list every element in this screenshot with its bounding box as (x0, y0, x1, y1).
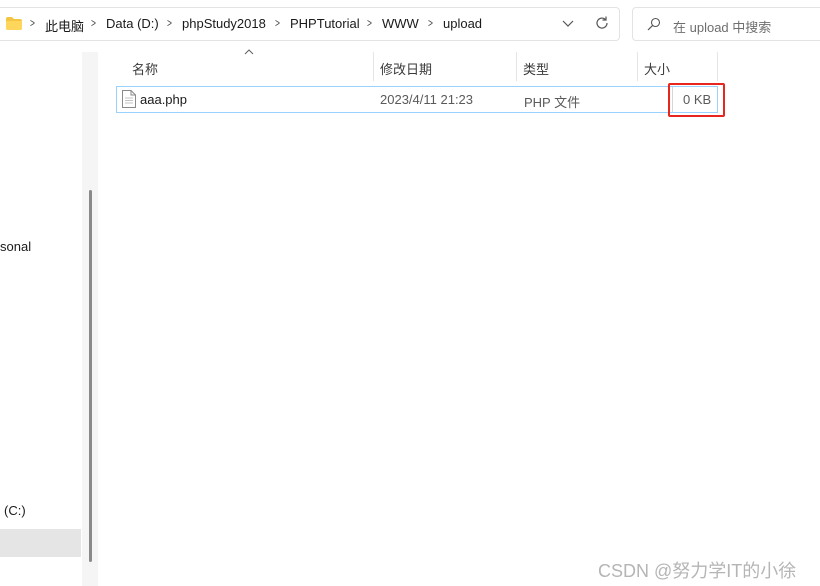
breadcrumb-item[interactable]: WWW (382, 16, 419, 31)
chevron-right-icon: > (428, 16, 433, 30)
chevron-down-icon[interactable] (561, 16, 575, 30)
chevron-right-icon: > (30, 16, 35, 30)
chevron-right-icon: > (91, 16, 96, 30)
file-name[interactable]: aaa.php (140, 92, 187, 107)
breadcrumb-item[interactable]: 此电脑 (45, 16, 84, 35)
column-header-type[interactable]: 类型 (523, 59, 549, 78)
breadcrumb-item[interactable]: upload (443, 16, 482, 31)
chevron-right-icon: > (167, 16, 172, 30)
column-header-name[interactable]: 名称 (132, 59, 158, 78)
column-header-modified[interactable]: 修改日期 (380, 59, 432, 78)
file-type: PHP 文件 (524, 95, 581, 110)
nav-item-drive-c[interactable]: (C:) (4, 503, 26, 518)
chevron-right-icon: > (367, 16, 372, 30)
column-header-size[interactable]: 大小 (644, 59, 670, 78)
annotation-highlight-box (668, 83, 725, 117)
nav-scrollbar[interactable] (89, 190, 92, 562)
column-divider[interactable] (637, 52, 638, 81)
nav-selected-item[interactable] (0, 529, 81, 557)
file-modified: 2023/4/11 21:23 (380, 92, 474, 107)
navigation-pane: sonal (C:) (0, 52, 84, 586)
breadcrumb-item[interactable]: phpStudy2018 (182, 16, 266, 31)
file-icon (122, 90, 136, 108)
chevron-right-icon: > (275, 16, 280, 30)
search-box[interactable]: 在 upload 中搜索 (632, 7, 820, 41)
file-row[interactable]: aaa.php 2023/4/11 21:23 PHP 文件 0 KB (116, 86, 718, 113)
search-icon (647, 17, 661, 31)
column-divider[interactable] (516, 52, 517, 81)
address-bar[interactable]: > 此电脑 > Data (D:) > phpStudy2018 > PHPTu… (0, 7, 620, 41)
column-divider[interactable] (717, 52, 718, 81)
sort-ascending-icon (244, 49, 254, 55)
folder-icon (6, 17, 22, 30)
refresh-icon[interactable] (594, 15, 610, 31)
watermark: CSDN @努力学IT的小徐 (598, 561, 797, 581)
search-input[interactable]: 在 upload 中搜索 (673, 17, 771, 36)
breadcrumb-item[interactable]: Data (D:) (106, 16, 159, 31)
column-divider[interactable] (373, 52, 374, 81)
nav-item[interactable]: sonal (0, 239, 31, 254)
breadcrumb-item[interactable]: PHPTutorial (290, 16, 360, 31)
